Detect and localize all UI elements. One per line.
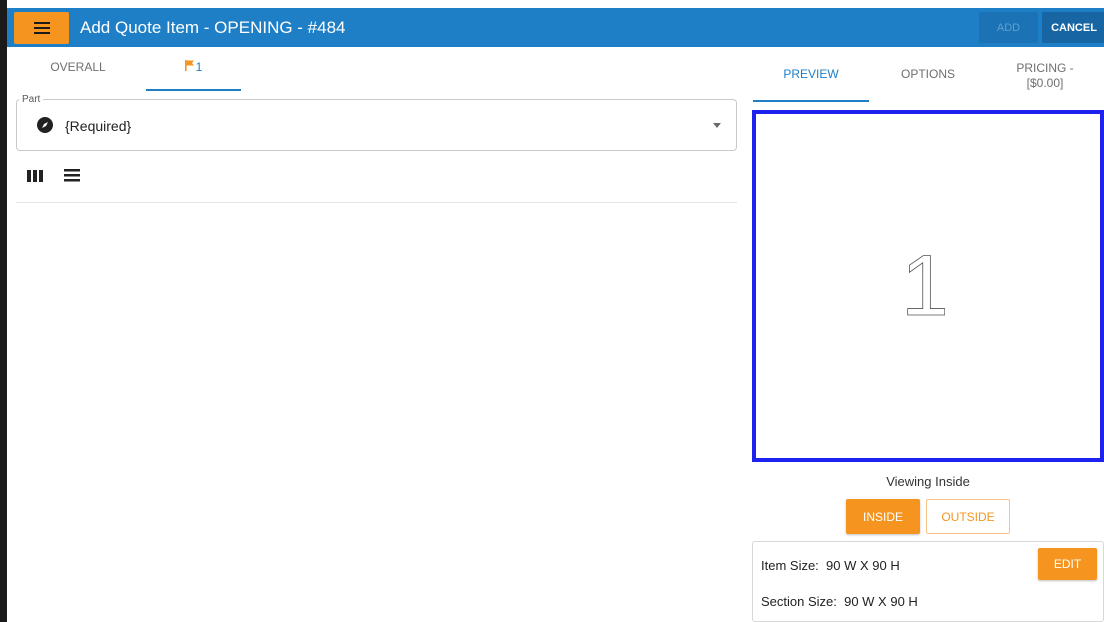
flag-count: 1 — [195, 60, 203, 74]
tab-preview[interactable]: PREVIEW — [753, 67, 869, 81]
item-size: Item Size: 90 W X 90 H — [761, 558, 900, 573]
app-bar: Add Quote Item - OPENING - #484 ADD CANC… — [7, 8, 1104, 47]
window-frame — [0, 0, 7, 622]
tab-flags[interactable]: 1 — [146, 60, 241, 90]
cancel-button[interactable]: CANCEL — [1042, 12, 1104, 43]
section-number: 1 — [905, 245, 945, 325]
tab-pricing-amount: [$0.00] — [1026, 76, 1064, 90]
tab-pricing[interactable]: PRICING - [$0.00] — [987, 61, 1103, 91]
compass-icon — [37, 117, 53, 133]
size-card: Item Size: 90 W X 90 H Section Size: 90 … — [752, 541, 1104, 622]
active-tab-indicator — [146, 89, 241, 91]
tab-overall[interactable]: OVERALL — [38, 60, 118, 90]
part-select[interactable]: {Required} — [16, 99, 737, 151]
hamburger-icon — [33, 22, 50, 34]
svg-text:1: 1 — [905, 245, 945, 325]
tab-options[interactable]: OPTIONS — [870, 67, 986, 81]
tab-pricing-label: PRICING - — [1016, 61, 1074, 75]
page-title: Add Quote Item - OPENING - #484 — [80, 18, 346, 37]
part-label: Part — [19, 94, 44, 105]
inside-button[interactable]: INSIDE — [846, 499, 920, 534]
viewing-label: Viewing Inside — [886, 474, 970, 489]
section-size: Section Size: 90 W X 90 H — [761, 594, 918, 609]
active-tab-indicator — [753, 100, 869, 102]
part-value: {Required} — [65, 118, 132, 134]
outside-button[interactable]: OUTSIDE — [926, 499, 1010, 534]
divider — [16, 202, 737, 203]
edit-button[interactable]: EDIT — [1038, 548, 1097, 580]
list-view-icon[interactable] — [64, 168, 80, 182]
add-button[interactable]: ADD — [979, 12, 1038, 43]
caret-down-icon[interactable] — [713, 123, 721, 128]
flag-icon — [184, 60, 194, 71]
menu-button[interactable] — [14, 12, 69, 44]
column-view-icon[interactable] — [27, 170, 43, 182]
